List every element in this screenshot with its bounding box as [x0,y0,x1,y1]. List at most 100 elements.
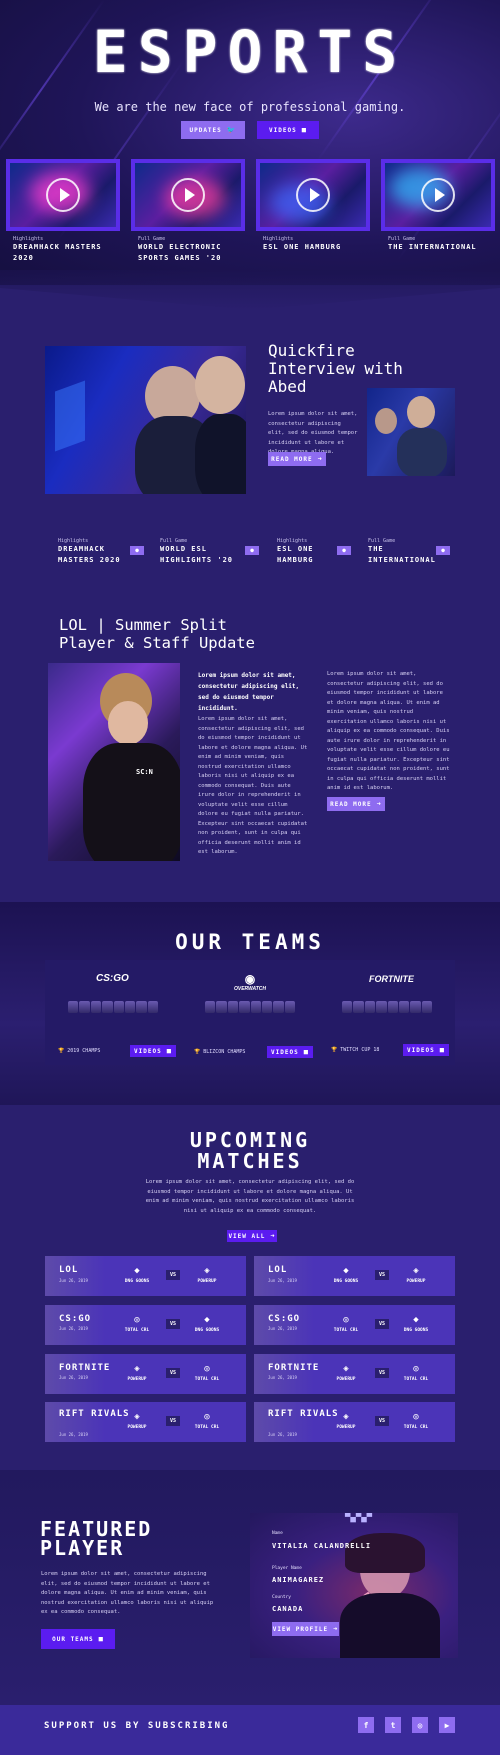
match-card[interactable]: FORTNITE Jun 26, 2019 ◈ POWERUP VS ◎ TOTAL… [45,1354,246,1394]
country-label: Country [272,1595,291,1600]
read-more-label: READ MORE [330,800,372,808]
player-photo: SC:N [48,663,180,861]
read-more-button[interactable]: READ MORE ➜ [268,452,326,466]
team-name: TOTAL CRL [124,1328,150,1333]
team-name: POWERUP [127,1377,147,1382]
highlight-link[interactable]: Highlights DREAMHACK MASTERS 2020 [58,538,133,566]
overwatch-logo-text: OVERWATCH [233,986,267,992]
match-card[interactable]: FORTNITE Jun 26, 2019 ◈ POWERUP VS ◎ TOTAL… [254,1354,455,1394]
match-team-2: ◆ DNG GOONS [187,1315,227,1333]
video-caption[interactable]: Full Game WORLD ELECTRONIC SPORTS GAMES … [138,236,248,264]
our-teams-button[interactable]: OUR TEAMS ■ [41,1629,115,1649]
matches-intro: Lorem ipsum dolor sit amet, consectetur … [145,1179,355,1214]
team-logo-icon: ◈ [343,1364,349,1374]
team-name: POWERUP [406,1279,426,1284]
play-icon[interactable]: ● [436,546,450,555]
team-logo-icon: ◎ [343,1315,349,1325]
match-team-2: ◈ POWERUP [396,1266,436,1284]
team-videos-button[interactable]: VIDEOS ■ [130,1045,176,1057]
match-card[interactable]: RIFT RIVALS Jun 26, 2019 ◈ POWERUP VS ◎ TO… [45,1402,246,1442]
interview-thumbnail [367,388,455,476]
match-date: Jun 26, 2019 [59,1375,88,1380]
video-title: THE INTERNATIONAL [388,243,477,251]
video-title: WORLD ELECTRONIC SPORTS GAMES '20 [138,243,222,262]
play-icon[interactable] [171,178,205,212]
play-icon[interactable] [46,178,80,212]
match-card[interactable]: RIFT RIVALS Jun 26, 2019 ◈ POWERUP VS ◎ TO… [254,1402,455,1442]
team-logo-icon: ◎ [204,1364,210,1374]
highlight-link[interactable]: Full Game THE INTERNATIONAL [368,538,436,566]
player-face [108,701,148,745]
read-more-button[interactable]: READ MORE ➜ [327,797,385,811]
match-team-2: ◎ TOTAL CRL [396,1412,436,1430]
match-card[interactable]: CS:GO Jun 26, 2019 ◎ TOTAL CRL VS ◆ DNG GO… [254,1305,455,1345]
vs-badge: VS [375,1270,389,1280]
camera-icon: ■ [303,1048,309,1056]
team-banner [45,1305,105,1345]
video-thumbnail[interactable] [381,159,495,231]
match-game: LOL [268,1265,288,1275]
match-date: Jun 26, 2019 [268,1278,297,1283]
youtube-icon[interactable]: ▶ [439,1717,455,1733]
featured-title-line2: PLAYER [40,1536,125,1560]
facebook-icon[interactable]: f [358,1717,374,1733]
play-icon[interactable]: ● [130,546,144,555]
camera-icon: ■ [439,1046,445,1054]
team-videos-button[interactable]: VIDEOS ■ [267,1046,313,1058]
fortnite-logo: FORTNITE [369,974,414,984]
team-name: POWERUP [127,1425,147,1430]
hero-title: ESPORTS [92,18,408,86]
link-title: WORLD ESL HIGHLIGHTS '20 [160,545,234,564]
team-logo-icon: ◎ [413,1364,419,1374]
video-caption[interactable]: Full Game THE INTERNATIONAL [388,236,498,253]
match-card[interactable]: LOL Jun 26, 2019 ◆ DNG GOONS VS ◈ POWERUP [45,1256,246,1296]
view-all-button[interactable]: VIEW ALL ➜ [227,1230,277,1242]
match-card[interactable]: CS:GO Jun 26, 2019 ◎ TOTAL CRL VS ◆ DNG GO… [45,1305,246,1345]
instagram-icon[interactable]: ◎ [412,1717,428,1733]
link-title: THE INTERNATIONAL [368,545,436,564]
arrow-circle-icon: ➜ [376,800,382,808]
updates-button[interactable]: UPDATES 🐦 [181,121,245,139]
highlight-link[interactable]: Full Game WORLD ESL HIGHLIGHTS '20 [160,538,235,566]
match-date: Jun 26, 2019 [59,1278,88,1283]
view-profile-label: VIEW PROFILE [272,1625,329,1633]
match-team-1: ◆ DNG GOONS [326,1266,366,1284]
twitter-icon[interactable]: t [385,1717,401,1733]
team-logo-icon: ◆ [134,1266,140,1276]
team-logo-icon: ◈ [204,1266,210,1276]
videos-button[interactable]: VIDEOS ■ [257,121,319,139]
player-name-label: Player Name [272,1566,302,1571]
team-logo-icon: ◈ [134,1364,140,1374]
overwatch-icon: ◉ [244,972,256,986]
read-more-label: READ MORE [271,455,313,463]
highlight-link[interactable]: Highlights ESL ONE HAMBURG [277,538,337,566]
player-country: CANADA [272,1605,304,1613]
play-icon[interactable] [296,178,330,212]
overwatch-logo: ◉ OVERWATCH [232,972,268,992]
team-logo-icon: ◎ [204,1412,210,1422]
play-icon[interactable] [421,178,455,212]
match-team-1: ◈ POWERUP [117,1412,157,1430]
video-caption[interactable]: Highlights DREAMHACK MASTERS 2020 [13,236,123,264]
video-thumbnail[interactable] [131,159,245,231]
arrow-circle-icon: ➜ [317,455,323,463]
play-icon[interactable]: ● [337,546,351,555]
view-profile-button[interactable]: VIEW PROFILE ➜ [272,1622,339,1636]
team-achievement: 🏆 BLIZCON CHAMPS [194,1049,245,1055]
match-game: CS:GO [59,1314,92,1324]
matches-title: UPCOMING MATCHES [0,1130,500,1172]
match-card[interactable]: LOL Jun 26, 2019 ◆ DNG GOONS VS ◈ POWERUP [254,1256,455,1296]
hero-subtitle: We are the new face of professional gami… [94,100,406,114]
team-name: DNG GOONS [333,1279,359,1284]
video-thumbnail[interactable] [256,159,370,231]
play-icon[interactable]: ● [245,546,259,555]
team-videos-button[interactable]: VIDEOS ■ [403,1044,449,1056]
our-teams-label: OUR TEAMS [52,1635,94,1643]
video-title: ESL ONE HAMBURG [263,243,342,251]
video-caption[interactable]: Highlights ESL ONE HAMBURG [263,236,373,253]
team-name: TOTAL CRL [403,1425,429,1430]
update-lead: Lorem ipsum dolor sit amet, consectetur … [198,672,300,712]
match-team-1: ◈ POWERUP [326,1364,366,1382]
team-name: TOTAL CRL [333,1328,359,1333]
video-thumbnail[interactable] [6,159,120,231]
